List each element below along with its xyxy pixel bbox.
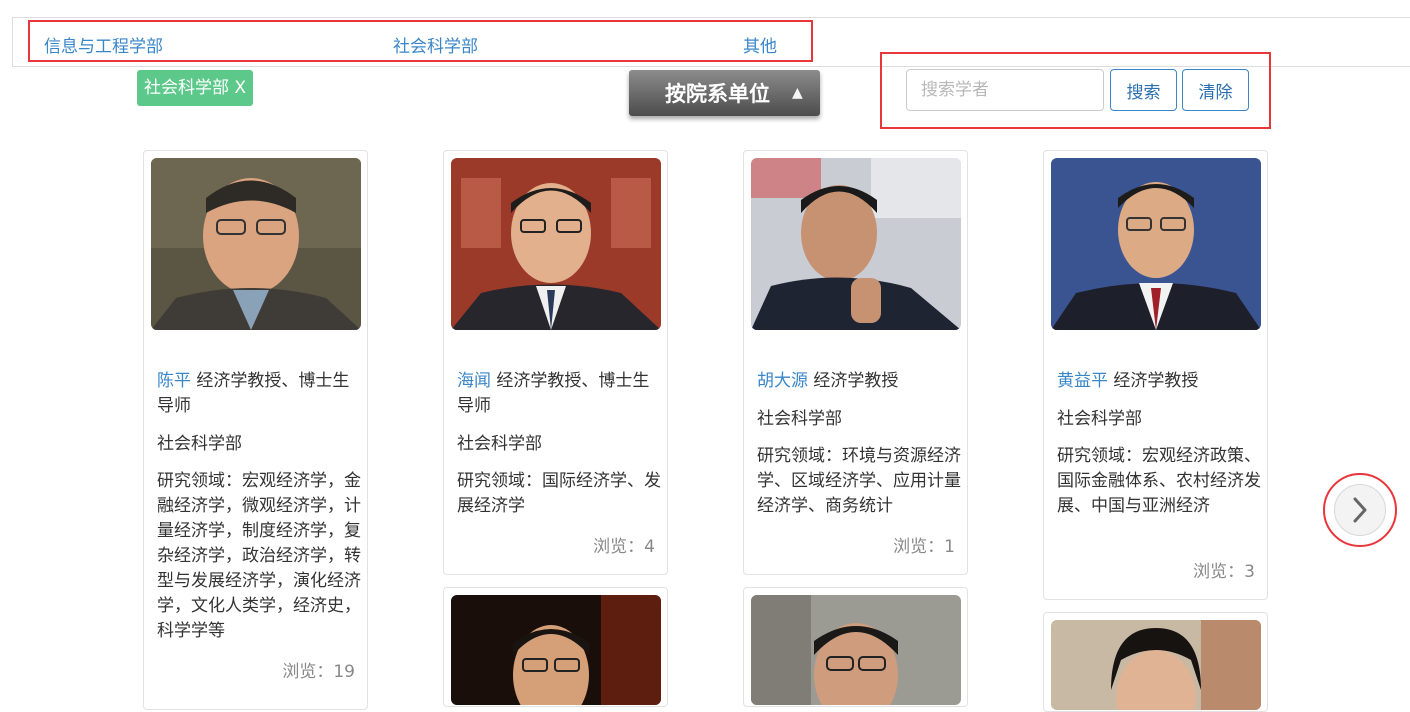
view-count: 浏览：1: [893, 537, 955, 557]
scholar-name-title: 黄益平 经济学教授: [1057, 369, 1262, 394]
scholar-photo[interactable]: [751, 595, 961, 705]
scholar-photo[interactable]: [751, 158, 961, 330]
view-count: 浏览：19: [282, 662, 355, 682]
scholar-name[interactable]: 海闻: [457, 371, 491, 391]
scholar-name-title: 海闻 经济学教授、博士生导师: [457, 369, 662, 419]
scholar-research: 研究领域：国际经济学、发展经济学: [457, 471, 661, 516]
scholar-card[interactable]: [743, 587, 968, 707]
scholar-card[interactable]: [443, 587, 668, 707]
triangle-up-icon: ▲: [792, 85, 803, 101]
scholar-photo[interactable]: [151, 158, 361, 330]
search-button[interactable]: 搜索: [1110, 69, 1177, 111]
scholar-name[interactable]: 胡大源: [757, 371, 808, 391]
scholar-department: 社会科学部: [157, 434, 242, 454]
scholar-department: 社会科学部: [457, 434, 542, 454]
dept-link-social-science[interactable]: 社会科学部: [393, 32, 478, 57]
scholar-photo[interactable]: [1051, 620, 1261, 710]
scholar-research: 研究领域：宏观经济政策、国际金融体系、农村经济发展、中国与亚洲经济: [1057, 446, 1261, 516]
scholar-research: 研究领域：宏观经济学，金融经济学，微观经济学，计量经济学，制度经济学，复杂经济学…: [157, 471, 361, 641]
scholar-research: 研究领域：环境与资源经济学、区域经济学、应用计量经济学、商务统计: [757, 446, 961, 516]
scholar-photo[interactable]: [451, 595, 661, 705]
scholar-title: 经济学教授: [813, 371, 899, 391]
chevron-right-icon: [1353, 497, 1367, 523]
scholar-department: 社会科学部: [1057, 409, 1142, 429]
next-page-button[interactable]: [1334, 484, 1386, 536]
active-filter-tag[interactable]: 社会科学部 X: [137, 70, 254, 106]
scholar-photo[interactable]: [1051, 158, 1261, 330]
scholar-card[interactable]: 陈平 经济学教授、博士生导师 社会科学部 研究领域：宏观经济学，金融经济学，微观…: [143, 150, 368, 710]
scholar-department: 社会科学部: [757, 409, 842, 429]
scholar-title: 经济学教授: [1113, 371, 1199, 391]
scholar-card[interactable]: 胡大源 经济学教授 社会科学部 研究领域：环境与资源经济学、区域经济学、应用计量…: [743, 150, 968, 575]
scholar-name[interactable]: 陈平: [157, 371, 191, 391]
sort-by-department-button[interactable]: 按院系单位 ▲: [629, 70, 820, 116]
clear-button[interactable]: 清除: [1182, 69, 1249, 111]
view-count: 浏览：4: [593, 537, 655, 557]
scholar-name[interactable]: 黄益平: [1057, 371, 1108, 391]
scholar-card[interactable]: 海闻 经济学教授、博士生导师 社会科学部 研究领域：国际经济学、发展经济学 浏览…: [443, 150, 668, 575]
scholar-photo[interactable]: [451, 158, 661, 330]
view-count: 浏览：3: [1193, 562, 1255, 582]
scholar-card[interactable]: 黄益平 经济学教授 社会科学部 研究领域：宏观经济政策、国际金融体系、农村经济发…: [1043, 150, 1268, 600]
dept-link-info-engineering[interactable]: 信息与工程学部: [44, 32, 163, 57]
scholar-card[interactable]: [1043, 612, 1268, 712]
search-input[interactable]: [906, 69, 1104, 111]
sort-button-label: 按院系单位: [665, 82, 770, 106]
scholar-name-title: 陈平 经济学教授、博士生导师: [157, 369, 362, 419]
scholar-name-title: 胡大源 经济学教授: [757, 369, 962, 394]
dept-link-other[interactable]: 其他: [743, 32, 777, 57]
